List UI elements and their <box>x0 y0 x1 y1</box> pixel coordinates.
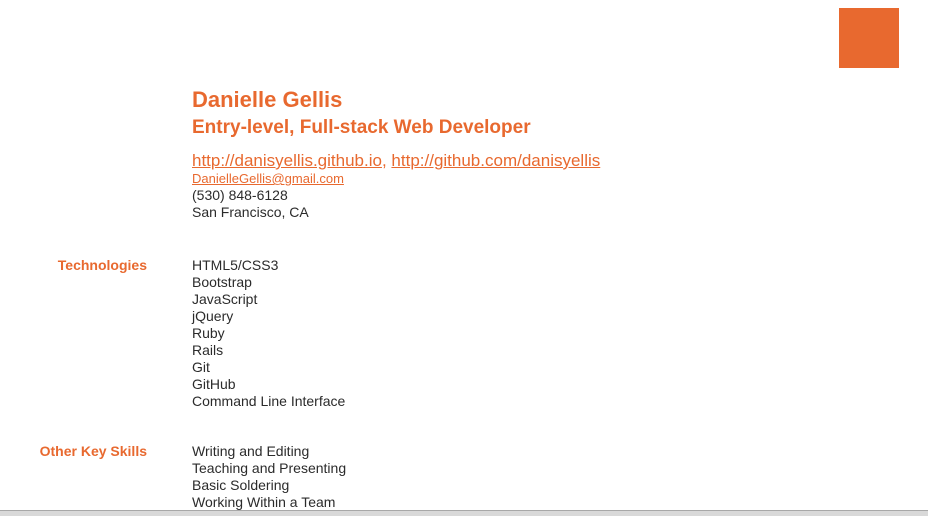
link-separator: , <box>381 151 387 170</box>
phone-number: (530) 848-6128 <box>192 187 288 203</box>
resume-header: Danielle Gellis Entry-level, Full-stack … <box>192 86 600 221</box>
page-bottom-edge <box>0 510 928 516</box>
skills-label: Other Key Skills <box>39 443 147 459</box>
technologies-label: Technologies <box>57 257 147 273</box>
email-line: DanielleGellis@gmail.com <box>192 171 600 187</box>
technology-item: Bootstrap <box>192 274 252 290</box>
candidate-title: Entry-level, Full-stack Web Developer <box>192 117 531 138</box>
technology-item: Git <box>192 359 210 375</box>
candidate-name: Danielle Gellis <box>192 87 343 112</box>
location: San Francisco, CA <box>192 204 309 220</box>
resume-page: Danielle Gellis Entry-level, Full-stack … <box>0 0 928 516</box>
skill-item: Writing and Editing <box>192 443 310 459</box>
technology-item: Command Line Interface <box>192 393 346 409</box>
technology-item: Ruby <box>192 325 225 341</box>
technology-item: JavaScript <box>192 291 258 307</box>
portfolio-link[interactable]: http://danisyellis.github.io <box>192 151 382 170</box>
technology-item: Rails <box>192 342 224 358</box>
technology-item: HTML5/CSS3 <box>192 257 279 273</box>
email-link[interactable]: DanielleGellis@gmail.com <box>192 171 344 186</box>
technologies-list: HTML5/CSS3 Bootstrap JavaScript jQuery R… <box>192 257 345 410</box>
skills-list: Writing and Editing Teaching and Present… <box>192 443 346 511</box>
technology-item: GitHub <box>192 376 236 392</box>
skill-item: Basic Soldering <box>192 477 290 493</box>
github-link[interactable]: http://github.com/danisyellis <box>391 151 600 170</box>
accent-square-decoration <box>839 8 899 68</box>
skill-item: Working Within a Team <box>192 494 336 510</box>
profile-links: http://danisyellis.github.io, http://git… <box>192 151 600 171</box>
skill-item: Teaching and Presenting <box>192 460 347 476</box>
technology-item: jQuery <box>192 308 234 324</box>
